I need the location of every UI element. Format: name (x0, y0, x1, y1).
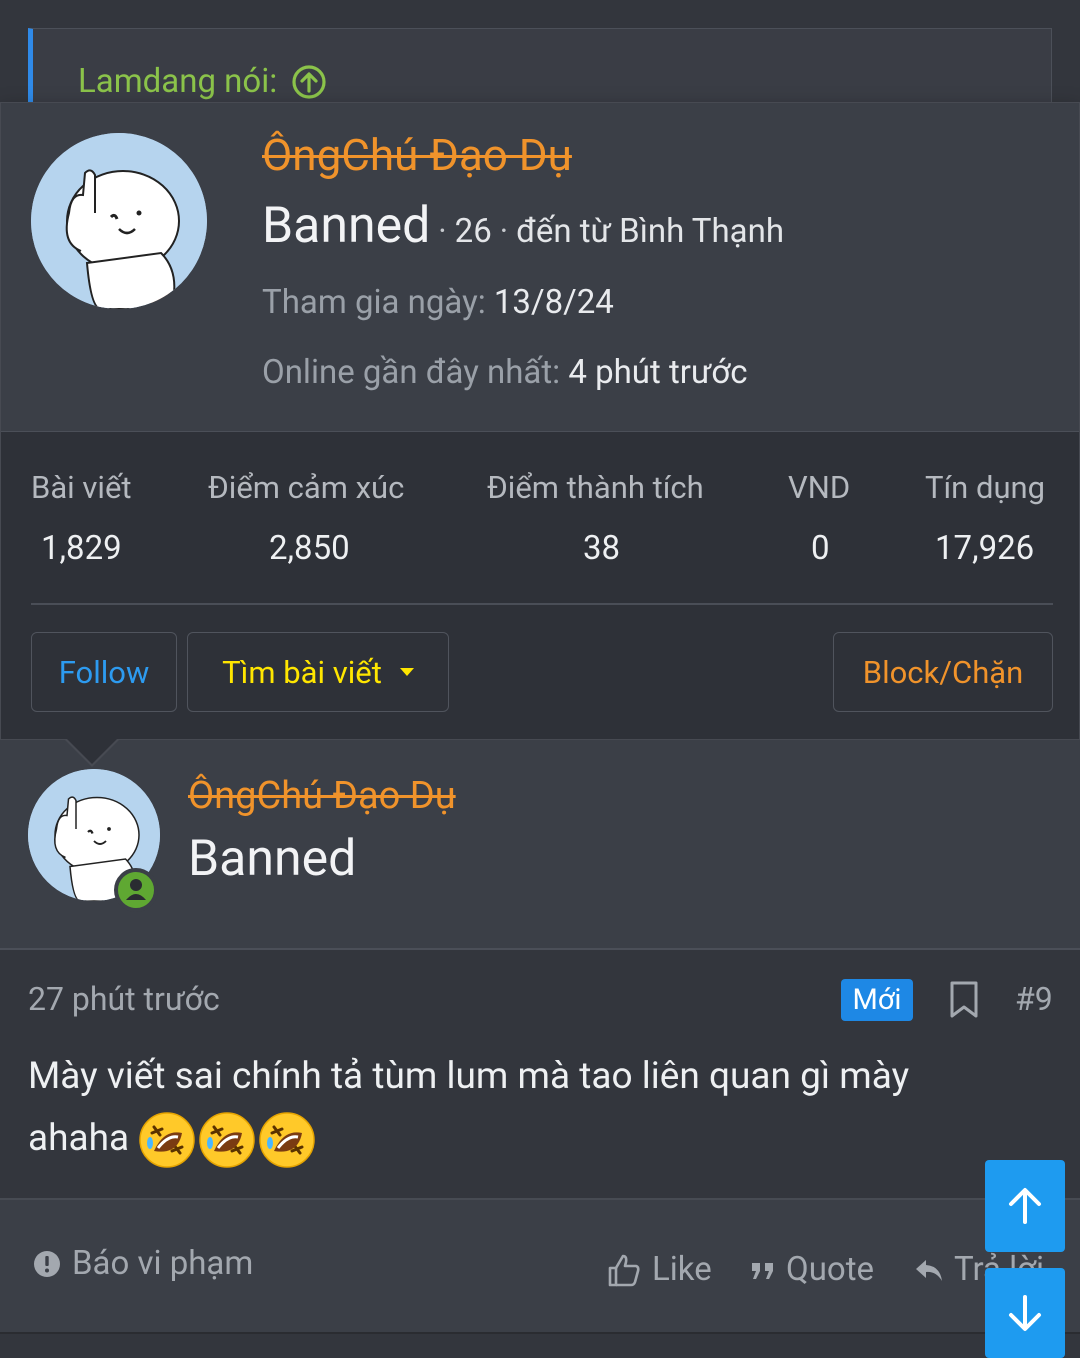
stat-posts-label[interactable]: Bài viết (31, 469, 132, 506)
member-location: đến từ Bình Thạnh (516, 212, 785, 251)
reply-icon (916, 1259, 942, 1281)
chevron-down-icon (399, 668, 414, 676)
stat-trophies-value[interactable]: 38 (583, 529, 620, 568)
bookmark-icon[interactable] (948, 981, 980, 1019)
scroll-to-bottom-button[interactable] (985, 1268, 1065, 1358)
stat-trophies-label[interactable]: Điểm thành tích (487, 469, 704, 506)
stat-vnd-label: VND (788, 469, 851, 506)
quote-icon (752, 1262, 773, 1279)
last-seen-value: 4 phút trước (568, 353, 748, 392)
member-joined: Tham gia ngày: 13/8/24 (262, 283, 614, 322)
like-label: Like (652, 1250, 712, 1289)
post-number[interactable]: #9 (1015, 980, 1053, 1018)
member-avatar[interactable] (31, 133, 207, 309)
joined-value: 13/8/24 (493, 283, 614, 322)
post-text-line-2: ahaha (28, 1117, 130, 1160)
stat-credit-value: 17,926 (935, 529, 1035, 568)
follow-button[interactable]: Follow (31, 632, 177, 712)
member-age: 26 (454, 212, 492, 251)
rolling-laughing-emoji (199, 1112, 256, 1168)
report-button[interactable]: Báo vi phạm (32, 1244, 253, 1283)
popup-pointer-fill (66, 738, 118, 764)
stat-credit-label: Tín dụng (925, 469, 1046, 506)
post-author-username[interactable]: ÔngChú Đạo Dụ (188, 774, 456, 818)
thumbs-up-icon (608, 1254, 640, 1286)
stat-reactions-label[interactable]: Điểm cảm xúc (208, 469, 404, 506)
scroll-to-top-button[interactable] (985, 1160, 1065, 1252)
follow-button-label: Follow (58, 653, 150, 691)
post-text-line-1: Mày viết sai chính tả tùm lum mà tao liê… (28, 1055, 910, 1098)
stat-reactions-value[interactable]: 2,850 (269, 529, 350, 568)
post-content: Mày viết sai chính tả tùm lum mà tao liê… (28, 1046, 1028, 1170)
arrow-down-icon (1009, 1295, 1041, 1331)
alert-circle-icon (34, 1250, 60, 1277)
arrow-circle-up-icon[interactable] (291, 64, 327, 100)
divider (31, 603, 1053, 605)
quote-button[interactable]: Quote (750, 1250, 874, 1289)
new-badge: Mới (841, 979, 913, 1021)
member-popup-card: ÔngChú Đạo Dụ Banned · 26 · đến từ Bình … (0, 102, 1080, 740)
arrow-up-icon (1009, 1188, 1041, 1224)
member-title-line: Banned · 26 · đến từ Bình Thạnh (262, 197, 785, 255)
stat-vnd-value: 0 (811, 529, 830, 568)
find-posts-label: Tìm bài viết (222, 653, 382, 691)
post-user-section (0, 740, 1080, 950)
joined-label: Tham gia ngày: (262, 283, 486, 322)
rolling-laughing-emoji (139, 1112, 196, 1168)
find-posts-button[interactable]: Tìm bài viết (187, 632, 449, 712)
member-username[interactable]: ÔngChú Đạo Dụ (262, 129, 572, 181)
last-seen-label: Online gần đây nhất: (262, 353, 561, 392)
online-status-icon (114, 868, 158, 912)
block-button[interactable]: Block/Chặn (833, 632, 1053, 712)
quote-attribution[interactable]: Lamdang nói: (78, 62, 327, 101)
quote-label: Quote (786, 1250, 875, 1289)
rolling-laughing-emoji (259, 1112, 316, 1168)
member-last-seen: Online gần đây nhất: 4 phút trước (262, 353, 748, 392)
stat-posts-value[interactable]: 1,829 (41, 529, 122, 568)
block-button-label: Block/Chặn (862, 653, 1024, 691)
post-author-title: Banned (188, 830, 357, 888)
post-timestamp[interactable]: 27 phút trước (28, 980, 220, 1018)
quote-author-label: Lamdang nói: (78, 62, 278, 101)
report-label: Báo vi phạm (72, 1244, 254, 1283)
member-title: Banned (262, 197, 431, 255)
like-button[interactable]: Like (606, 1250, 712, 1289)
post-text-line-2-wrap: ahaha (28, 1108, 1028, 1170)
